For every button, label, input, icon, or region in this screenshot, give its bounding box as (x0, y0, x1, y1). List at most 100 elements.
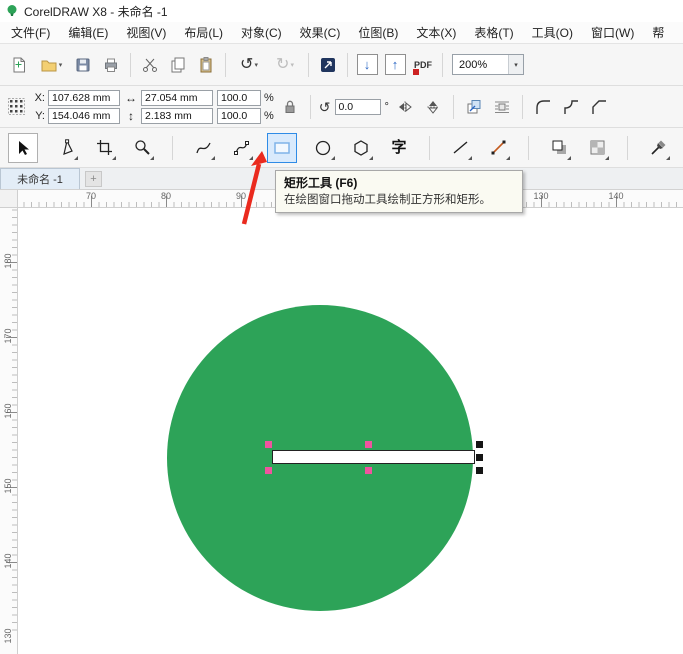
coreldraw-window: CorelDRAW X8 - 未命名 -1 文件(F) 编辑(E) 视图(V) … (0, 0, 683, 654)
selection-handle[interactable] (365, 441, 372, 448)
drop-shadow-tool[interactable] (547, 134, 571, 162)
freehand-tool[interactable] (191, 134, 215, 162)
import-button[interactable]: ↓ (354, 52, 380, 78)
menu-tools[interactable]: 工具(O) (523, 22, 582, 44)
line-icon (451, 138, 470, 157)
transparency-checker-icon (588, 138, 607, 157)
redo-icon: ↻ (276, 57, 289, 73)
chamfered-corner-button[interactable] (587, 95, 611, 119)
window-title: CorelDRAW X8 - 未命名 -1 (24, 3, 168, 20)
zoom-level-value[interactable]: 200% (453, 59, 508, 71)
two-point-line-tool[interactable] (486, 134, 510, 162)
ruler-number: 130 (3, 626, 13, 646)
scale-width-field[interactable]: 100.0 (217, 90, 261, 106)
search-content-button[interactable] (315, 52, 341, 78)
shape-tool[interactable] (54, 134, 78, 162)
scalloped-corner-button[interactable] (559, 95, 583, 119)
paste-button[interactable] (193, 52, 219, 78)
add-document-tab-button[interactable]: + (85, 171, 102, 187)
transparency-tool[interactable] (585, 134, 609, 162)
menu-view[interactable]: 视图(V) (117, 22, 175, 44)
selection-handle[interactable] (265, 467, 272, 474)
wrap-text-button[interactable] (490, 95, 514, 119)
toolbar-separator (130, 53, 131, 77)
drawn-rectangle[interactable] (272, 450, 475, 464)
layer-order-icon (465, 98, 483, 116)
selection-handle[interactable] (476, 441, 483, 448)
cut-button[interactable] (137, 52, 163, 78)
object-position-fields: X: 107.628 mm Y: 154.046 mm (32, 90, 120, 124)
undo-dropdown-caret-icon[interactable]: ▾ (254, 61, 258, 69)
publish-pdf-button[interactable]: PDF (410, 52, 436, 78)
rotation-icon: ↺ (319, 100, 331, 114)
vertical-ruler[interactable]: 180 170 160 150 140 130 (0, 208, 18, 654)
menu-help[interactable]: 帮 (643, 22, 673, 44)
redo-dropdown-caret-icon[interactable]: ▾ (290, 61, 294, 69)
zoom-dropdown-caret-icon[interactable]: ▾ (508, 55, 523, 74)
selection-handle[interactable] (476, 467, 483, 474)
selection-handle[interactable] (476, 454, 483, 461)
round-corner-button[interactable] (531, 95, 555, 119)
pick-tool[interactable] (8, 133, 38, 163)
standard-toolbar: ▾ (0, 44, 683, 86)
redo-button[interactable]: ↻ ▾ (268, 52, 302, 78)
x-position-field[interactable]: 107.628 mm (48, 90, 120, 106)
undo-button[interactable]: ↺ ▾ (232, 52, 266, 78)
menu-file[interactable]: 文件(F) (2, 22, 59, 44)
object-height-field[interactable]: 2.183 mm (141, 108, 213, 124)
percent-label: % (264, 110, 274, 122)
menu-table[interactable]: 表格(T) (465, 22, 522, 44)
menu-text[interactable]: 文本(X) (407, 22, 465, 44)
ruler-number: 80 (161, 191, 171, 201)
rotation-angle-field[interactable]: 0.0 (335, 99, 381, 115)
document-tab[interactable]: 未命名 -1 (0, 168, 80, 189)
copy-button[interactable] (165, 52, 191, 78)
export-button[interactable]: ↑ (382, 52, 408, 78)
eyedropper-tool[interactable] (646, 134, 670, 162)
mirror-vertical-button[interactable] (421, 95, 445, 119)
selection-handle[interactable] (265, 441, 272, 448)
menu-effects[interactable]: 效果(C) (291, 22, 350, 44)
ruler-origin-corner[interactable] (0, 190, 18, 208)
menu-layout[interactable]: 布局(L) (175, 22, 232, 44)
new-document-button[interactable] (6, 52, 32, 78)
tooltip-title: 矩形工具 (F6) (284, 174, 514, 192)
polygon-tool[interactable] (349, 134, 373, 162)
coreldraw-logo-icon (5, 4, 19, 18)
menu-window[interactable]: 窗口(W) (582, 22, 643, 44)
save-button[interactable] (70, 52, 96, 78)
open-dropdown-caret-icon[interactable]: ▾ (59, 61, 63, 69)
order-to-front-button[interactable] (462, 95, 486, 119)
y-position-field[interactable]: 154.046 mm (48, 108, 120, 124)
undo-icon: ↺ (240, 57, 253, 73)
open-folder-icon (40, 56, 58, 74)
two-point-line-icon (489, 138, 508, 157)
toolbar-separator (347, 53, 348, 77)
drawing-canvas[interactable] (18, 208, 683, 654)
menu-bitmaps[interactable]: 位图(B) (349, 22, 407, 44)
search-content-icon (319, 56, 337, 74)
ellipse-tool[interactable] (311, 134, 335, 162)
text-tool[interactable]: 字 (387, 134, 411, 162)
object-width-field[interactable]: 27.054 mm (141, 90, 213, 106)
zoom-level-combobox[interactable]: 200% ▾ (452, 54, 524, 75)
crop-tool[interactable] (92, 134, 116, 162)
menu-object[interactable]: 对象(C) (232, 22, 291, 44)
straight-line-tool[interactable] (448, 134, 472, 162)
selection-handle[interactable] (365, 467, 372, 474)
toolbar-separator (442, 53, 443, 77)
rectangle-tool-icon (272, 138, 292, 158)
zoom-tool[interactable] (130, 134, 154, 162)
print-button[interactable] (98, 52, 124, 78)
chamfered-corner-icon (589, 97, 609, 117)
mirror-vertical-icon (424, 98, 442, 116)
object-position-grid-button[interactable] (4, 95, 28, 119)
lock-icon (282, 98, 298, 115)
lock-ratio-button[interactable] (278, 95, 302, 119)
toolbar-separator (308, 53, 309, 77)
toolbar-separator (310, 95, 311, 119)
menu-edit[interactable]: 编辑(E) (59, 22, 117, 44)
mirror-horizontal-button[interactable] (393, 95, 417, 119)
open-document-button[interactable]: ▾ (34, 52, 68, 78)
scale-height-field[interactable]: 100.0 (217, 108, 261, 124)
